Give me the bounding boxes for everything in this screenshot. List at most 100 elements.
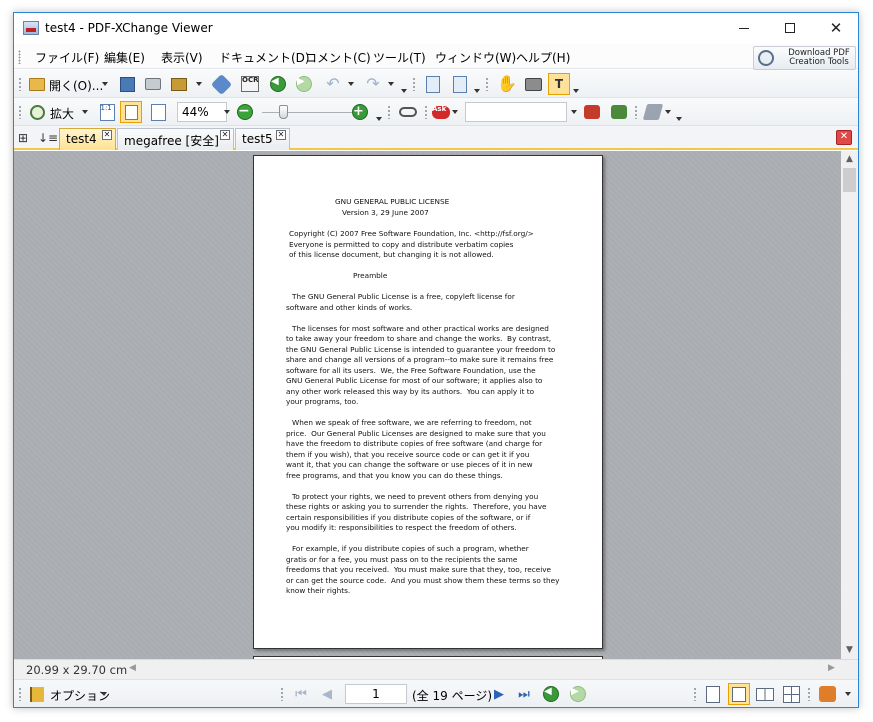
undo-dropdown-arrow[interactable] xyxy=(348,82,354,86)
options-flag-icon[interactable] xyxy=(28,685,46,703)
document-view[interactable]: GNU GENERAL PUBLIC LICENSE Version 3, 29… xyxy=(14,151,841,659)
stamp-tool-icon[interactable] xyxy=(818,685,836,703)
zoom-in-icon[interactable]: + xyxy=(351,103,369,121)
tab-sort-icon[interactable]: ↓≡ xyxy=(38,131,58,145)
menu-edit[interactable]: 編集(E) xyxy=(104,49,145,66)
ask-dropdown-arrow[interactable] xyxy=(452,110,458,114)
forward-icon[interactable]: ▶ xyxy=(295,75,313,93)
first-page-icon[interactable]: ⏮ xyxy=(292,685,310,703)
scroll-right-icon[interactable]: ▶ xyxy=(828,663,835,673)
menu-grip[interactable] xyxy=(18,50,21,64)
actual-size-icon[interactable]: 1:1 xyxy=(98,103,116,121)
zoom-out-icon[interactable]: − xyxy=(236,103,254,121)
text-select-tool-icon[interactable]: T xyxy=(548,73,570,95)
save-icon[interactable] xyxy=(118,75,136,93)
tab-test5[interactable]: test5 ✕ xyxy=(235,128,290,150)
continuous-view-icon[interactable] xyxy=(728,683,750,705)
menu-view[interactable]: 表示(V) xyxy=(161,49,203,66)
menu-tools[interactable]: ツール(T) xyxy=(373,49,426,66)
highlight-overflow-arrow[interactable] xyxy=(676,117,682,121)
history-forward-icon[interactable]: ▶ xyxy=(569,685,587,703)
ocr-icon[interactable]: OCR xyxy=(241,75,259,93)
minimize-button[interactable] xyxy=(721,13,767,43)
maximize-button[interactable] xyxy=(767,13,813,43)
toolbar-grip[interactable] xyxy=(412,77,416,91)
back-icon[interactable]: ◀ xyxy=(269,75,287,93)
scrollbar-thumb[interactable] xyxy=(843,168,856,192)
continuous-facing-view-icon[interactable] xyxy=(782,685,800,703)
toolbar-grip[interactable] xyxy=(18,77,22,91)
next-page-icon[interactable]: ▶ xyxy=(490,685,508,703)
fit-width-icon[interactable] xyxy=(149,103,167,121)
export-dropdown-arrow[interactable] xyxy=(196,82,202,86)
open-folder-icon[interactable] xyxy=(28,75,46,93)
hand-tool-icon[interactable]: ✋ xyxy=(497,75,517,93)
highlight-dropdown-arrow[interactable] xyxy=(665,110,671,114)
highlight-tool-icon[interactable] xyxy=(642,103,664,121)
zoom-overflow-arrow[interactable] xyxy=(376,117,382,121)
toolbar-grip[interactable] xyxy=(634,105,638,119)
scroll-up-icon[interactable]: ▲ xyxy=(841,151,858,168)
toolbar-grip[interactable] xyxy=(693,687,697,701)
zoom-tool-label[interactable]: 拡大 xyxy=(50,105,74,122)
open-button-label[interactable]: 開く(O)... xyxy=(49,77,103,94)
undo-icon[interactable]: ↶ xyxy=(324,75,342,93)
rotate-overflow-arrow[interactable] xyxy=(474,89,480,93)
fit-page-icon[interactable] xyxy=(120,101,142,123)
zoom-slider-thumb[interactable] xyxy=(279,105,288,119)
scroll-left-icon[interactable]: ◀ xyxy=(129,663,136,673)
search-input[interactable] xyxy=(465,102,567,122)
redo-icon[interactable]: ↷ xyxy=(364,75,382,93)
toolbar-grip[interactable] xyxy=(280,687,284,701)
print-icon[interactable] xyxy=(144,75,162,93)
toolbar-overflow-arrow[interactable] xyxy=(401,89,407,93)
loupe-glasses-icon[interactable] xyxy=(399,103,417,121)
toolbar-grip[interactable] xyxy=(807,687,811,701)
tab-close-icon[interactable]: ✕ xyxy=(276,130,286,140)
menu-window[interactable]: ウィンドウ(W) xyxy=(435,49,516,66)
single-page-view-icon[interactable] xyxy=(704,685,722,703)
toolbar-grip[interactable] xyxy=(18,687,22,701)
ask-sign-icon[interactable]: Ask xyxy=(432,103,450,121)
rotate-left-icon[interactable] xyxy=(424,75,442,93)
snapshot-camera-icon[interactable] xyxy=(524,75,542,93)
export-icon[interactable] xyxy=(170,75,188,93)
zoom-magnifier-icon[interactable] xyxy=(28,103,46,121)
menu-file[interactable]: ファイル(F) xyxy=(35,49,99,66)
menu-document[interactable]: ドキュメント(D) xyxy=(219,49,310,66)
rotate-right-icon[interactable] xyxy=(451,75,469,93)
open-dropdown-arrow[interactable] xyxy=(102,82,108,86)
tab-close-icon[interactable]: ✕ xyxy=(102,130,112,140)
previous-page-icon[interactable]: ◀ xyxy=(318,685,336,703)
toolbar-grip[interactable] xyxy=(18,105,22,119)
find-previous-icon[interactable] xyxy=(583,103,601,121)
zoom-tool-dropdown-arrow[interactable] xyxy=(82,110,88,114)
vertical-scrollbar[interactable]: ▲ ▼ xyxy=(841,151,858,659)
options-dropdown-arrow[interactable] xyxy=(101,692,107,696)
tab-close-icon[interactable]: ✕ xyxy=(220,130,230,140)
facing-pages-view-icon[interactable] xyxy=(756,685,774,703)
find-next-icon[interactable] xyxy=(610,103,628,121)
close-document-icon[interactable]: ✕ xyxy=(836,130,852,145)
current-page-input[interactable]: 1 xyxy=(345,684,407,704)
tab-test4[interactable]: test4 ✕ xyxy=(59,128,116,150)
toolbar-grip[interactable] xyxy=(387,105,391,119)
zoom-level-field[interactable]: 44% xyxy=(177,102,227,122)
toolbar-grip[interactable] xyxy=(485,77,489,91)
properties-icon[interactable] xyxy=(210,73,232,95)
search-dropdown-arrow[interactable] xyxy=(571,110,577,114)
zoom-level-dropdown-arrow[interactable] xyxy=(224,110,230,114)
toolbar-grip[interactable] xyxy=(424,105,428,119)
menu-help[interactable]: ヘルプ(H) xyxy=(516,49,570,66)
tab-megafree[interactable]: megafree [安全] ✕ xyxy=(117,128,234,150)
history-back-icon[interactable]: ◀ xyxy=(542,685,560,703)
menu-comment[interactable]: コメント(C) xyxy=(305,49,371,66)
tab-list-icon[interactable]: ⊞ xyxy=(18,131,28,145)
stamp-dropdown-arrow[interactable] xyxy=(845,692,851,696)
download-pdf-tools-button[interactable]: Download PDF Creation Tools xyxy=(753,46,856,70)
redo-dropdown-arrow[interactable] xyxy=(388,82,394,86)
scroll-down-icon[interactable]: ▼ xyxy=(841,642,858,659)
last-page-icon[interactable]: ⏭ xyxy=(515,685,533,703)
tools-overflow-arrow[interactable] xyxy=(573,89,579,93)
close-button[interactable]: ✕ xyxy=(813,13,859,43)
